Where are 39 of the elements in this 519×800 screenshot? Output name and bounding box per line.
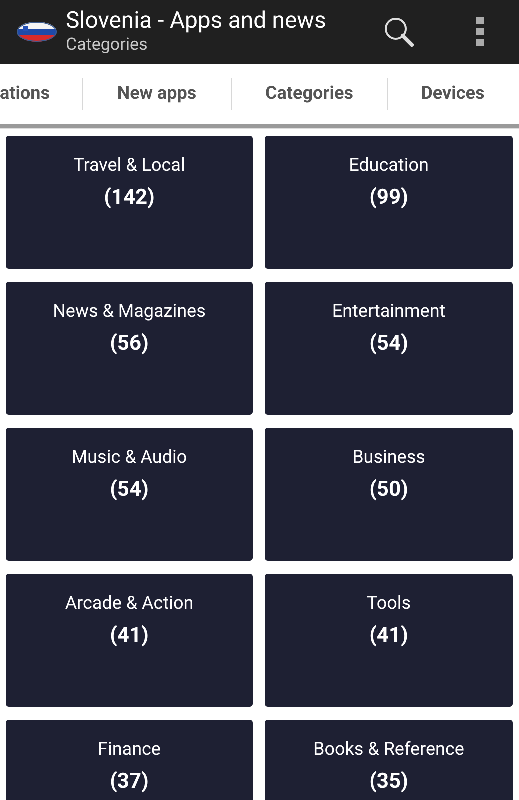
category-count: (99) bbox=[370, 185, 408, 212]
category-tile[interactable]: Tools (41) bbox=[265, 574, 513, 707]
category-tile[interactable]: Business (50) bbox=[265, 428, 513, 561]
category-count: (56) bbox=[110, 331, 149, 358]
tab[interactable]: Categories bbox=[231, 78, 387, 110]
category-count: (41) bbox=[370, 623, 408, 650]
overflow-menu-icon[interactable] bbox=[476, 17, 484, 47]
category-count: (41) bbox=[110, 623, 149, 650]
category-name: Music & Audio bbox=[72, 446, 188, 470]
category-count: (50) bbox=[370, 477, 408, 504]
tab[interactable]: New apps bbox=[82, 78, 231, 110]
category-tile[interactable]: Education (99) bbox=[265, 136, 513, 269]
flag-icon bbox=[17, 21, 57, 43]
category-name: Books & Reference bbox=[314, 738, 464, 762]
category-tile[interactable]: Books & Reference (35) bbox=[265, 720, 513, 800]
category-tile[interactable]: Music & Audio (54) bbox=[6, 428, 253, 561]
tab[interactable]: Devices bbox=[387, 78, 518, 110]
category-name: Finance bbox=[98, 738, 161, 762]
category-count: (142) bbox=[104, 185, 155, 212]
category-count: (54) bbox=[110, 477, 149, 504]
category-name: Education bbox=[349, 154, 429, 178]
category-tile[interactable]: Entertainment (54) bbox=[265, 282, 513, 415]
tab[interactable]: ations bbox=[0, 78, 82, 110]
category-tile[interactable]: Finance (37) bbox=[6, 720, 253, 800]
category-name: Travel & Local bbox=[74, 154, 186, 178]
category-count: (54) bbox=[370, 331, 408, 358]
category-name: News & Magazines bbox=[53, 300, 206, 324]
category-name: Tools bbox=[366, 592, 412, 616]
category-name: Business bbox=[352, 446, 426, 470]
category-tile[interactable]: Arcade & Action (41) bbox=[6, 574, 253, 707]
category-tile[interactable]: Travel & Local (142) bbox=[6, 136, 253, 269]
category-name: Entertainment bbox=[332, 300, 446, 324]
app-subtitle: Categories bbox=[66, 34, 149, 56]
category-name: Arcade & Action bbox=[65, 592, 194, 616]
category-count: (35) bbox=[370, 769, 408, 796]
search-icon[interactable] bbox=[384, 17, 414, 47]
app-title: Slovenia - Apps and news bbox=[66, 8, 328, 34]
category-tile[interactable]: News & Magazines (56) bbox=[6, 282, 253, 415]
category-count: (37) bbox=[110, 769, 149, 796]
